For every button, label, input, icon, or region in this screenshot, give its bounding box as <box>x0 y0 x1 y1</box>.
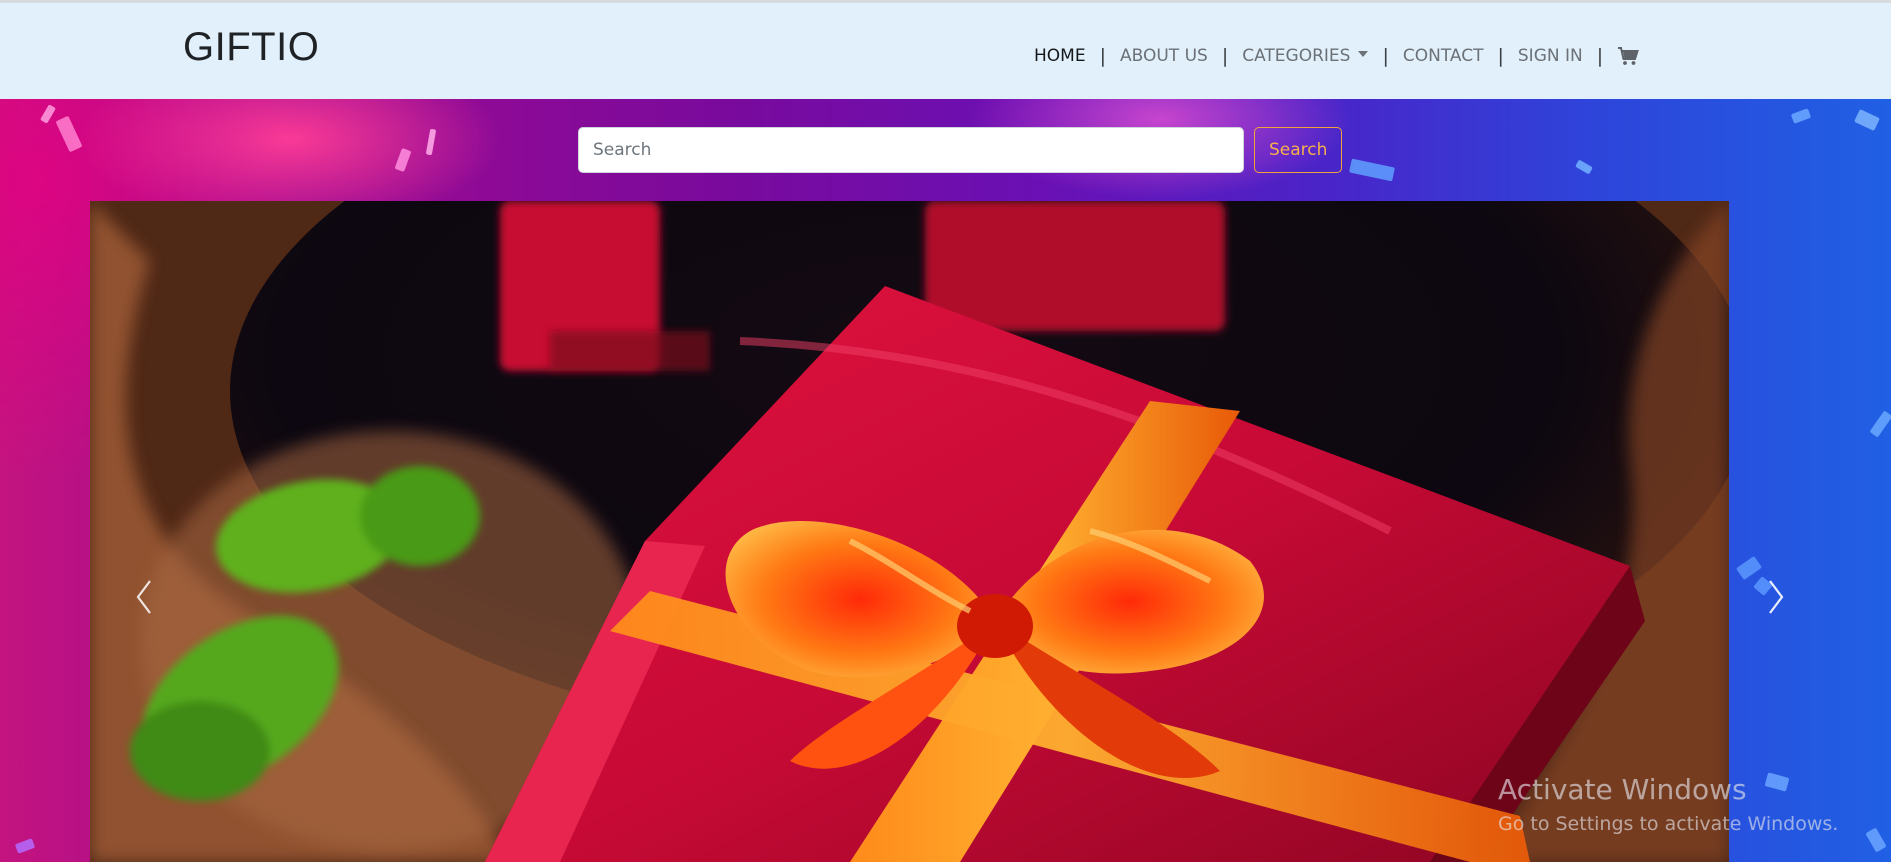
activate-windows-subtitle: Go to Settings to activate Windows. <box>1498 813 1839 835</box>
confetti-decoration <box>425 128 437 156</box>
confetti-decoration <box>1869 410 1891 438</box>
search-form: Search <box>578 127 1343 173</box>
carousel-next-button[interactable] <box>1756 572 1796 622</box>
nav-link-about-us[interactable]: ABOUT US <box>1106 46 1222 66</box>
caret-down-icon <box>1358 51 1369 57</box>
nav-menu: HOME | ABOUT US | CATEGORIES | CONTACT |… <box>1020 41 1640 71</box>
confetti-decoration <box>40 104 56 124</box>
search-button[interactable]: Search <box>1254 127 1343 173</box>
image-carousel <box>90 201 1729 862</box>
nav-link-categories-label: CATEGORIES <box>1242 46 1351 66</box>
nav-link-sign-in[interactable]: SIGN IN <box>1504 46 1597 66</box>
confetti-decoration <box>1854 109 1880 131</box>
chevron-left-icon <box>136 580 151 614</box>
confetti-decoration <box>1575 159 1593 175</box>
brand-logo[interactable]: GIFTIO <box>183 27 319 67</box>
cart-button[interactable] <box>1603 46 1640 66</box>
nav-link-home[interactable]: HOME <box>1020 46 1100 66</box>
nav-link-contact[interactable]: CONTACT <box>1389 46 1498 66</box>
confetti-decoration <box>1764 772 1790 792</box>
carousel-prev-button[interactable] <box>124 572 164 622</box>
confetti-decoration <box>1865 827 1887 853</box>
hero-section: Search <box>0 99 1891 862</box>
activate-windows-title: Activate Windows <box>1498 773 1747 806</box>
confetti-decoration <box>1790 108 1812 124</box>
navbar: GIFTIO HOME | ABOUT US | CATEGORIES | CO… <box>0 3 1891 99</box>
confetti-decoration <box>1349 158 1395 182</box>
gift-box-photo <box>90 201 1729 862</box>
confetti-decoration <box>55 115 83 153</box>
chevron-right-icon <box>1769 580 1784 614</box>
nav-link-categories[interactable]: CATEGORIES <box>1228 46 1382 66</box>
shopping-cart-icon <box>1618 47 1640 65</box>
confetti-decoration <box>394 147 412 173</box>
confetti-decoration <box>14 838 36 854</box>
search-input[interactable] <box>578 127 1244 173</box>
